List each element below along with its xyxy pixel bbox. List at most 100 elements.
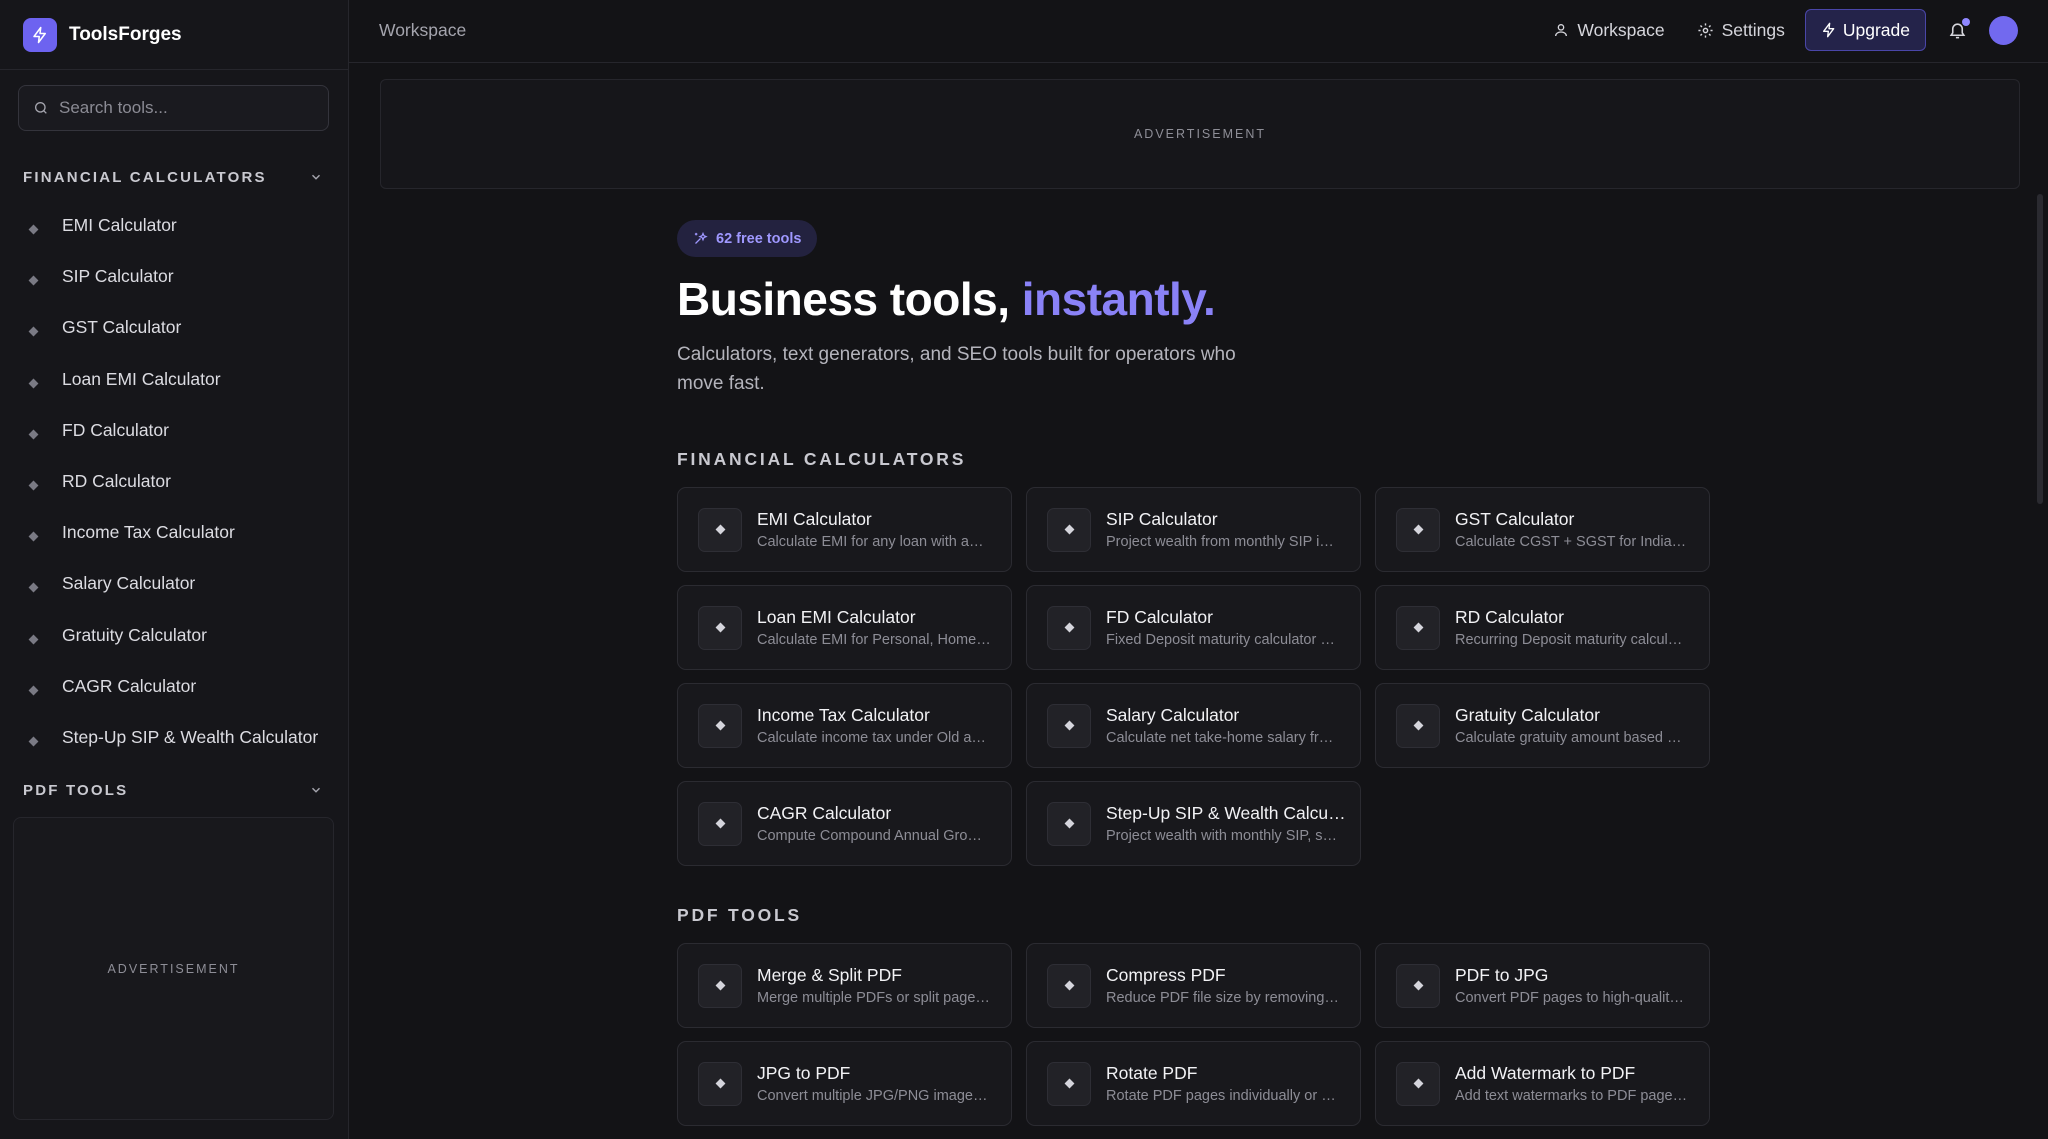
diamond-icon (1413, 720, 1423, 731)
diamond-icon (715, 980, 725, 991)
breadcrumb[interactable]: Workspace (379, 20, 466, 41)
tool-tile (698, 605, 742, 650)
diamond-icon (1064, 980, 1074, 991)
tool-name: Merge & Split PDF (757, 965, 902, 985)
tool-name: CAGR Calculator (757, 803, 892, 823)
sidebar-item-label: RD Calculator (62, 471, 171, 492)
tool-card-salary-calculator[interactable]: Salary Calculator Calculate net take-home… (1026, 683, 1361, 768)
scrollbar-thumb[interactable] (2037, 194, 2043, 504)
tool-tile (1047, 1061, 1091, 1106)
tool-card-rotate-pdf[interactable]: Rotate PDF Rotate PDF pages individually … (1026, 1041, 1361, 1126)
search-box[interactable] (18, 85, 329, 131)
tool-description: Convert multiple JPG/PNG image… (757, 1088, 988, 1104)
gear-icon (1697, 22, 1714, 39)
sidebar-item-gratuity-calculator[interactable]: Gratuity Calculator (0, 610, 349, 661)
sidebar-item-salary-calculator[interactable]: Salary Calculator (0, 558, 349, 609)
sidebar-item-label: Step-Up SIP & Wealth Calculator (62, 726, 319, 747)
tool-card-loan-emi-calculator[interactable]: Loan EMI Calculator Calculate EMI for Per… (677, 585, 1012, 670)
tool-card-gst-calculator[interactable]: GST Calculator Calculate CGST + SGST for … (1375, 487, 1710, 572)
page-subtitle: Calculators, text generators, and SEO to… (677, 344, 1236, 394)
sidebar-section-label: FINANCIAL CALCULATORS (23, 168, 267, 186)
settings-button[interactable]: Settings (1697, 20, 1785, 41)
chevron-down-icon[interactable] (309, 170, 323, 184)
tool-card-rd-calculator[interactable]: RD Calculator Recurring Deposit maturity … (1375, 585, 1710, 670)
sidebar-item-emi-calculator[interactable]: EMI Calculator (0, 200, 349, 251)
sidebar-section-financial[interactable]: FINANCIAL CALCULATORS (23, 165, 323, 189)
hero: 62 free tools Business tools, instantly.… (677, 220, 1727, 398)
tool-card-sip-calculator[interactable]: SIP Calculator Project wealth from monthl… (1026, 487, 1361, 572)
sidebar-section-label: PDF TOOLS (23, 781, 129, 799)
chevron-down-icon[interactable] (309, 783, 323, 797)
tool-card-gratuity-calculator[interactable]: Gratuity Calculator Calculate gratuity am… (1375, 683, 1710, 768)
lightning-icon (23, 17, 57, 52)
tool-card-pdf-to-jpg[interactable]: PDF to JPG Convert PDF pages to high-qual… (1375, 943, 1710, 1028)
tool-card-fd-calculator[interactable]: FD Calculator Fixed Deposit maturity calc… (1026, 585, 1361, 670)
sidebar-item-gst-calculator[interactable]: GST Calculator (0, 302, 349, 353)
financial-section-title: FINANCIAL CALCULATORS (677, 449, 967, 469)
brand[interactable]: ToolsForges (0, 0, 348, 70)
sidebar-item-rd-calculator[interactable]: RD Calculator (0, 456, 349, 507)
tool-name: Salary Calculator (1106, 705, 1240, 725)
tool-name: Income Tax Calculator (757, 705, 930, 725)
tool-description: Calculate EMI for Personal, Home… (757, 632, 991, 648)
sidebar-item-fd-calculator[interactable]: FD Calculator (0, 405, 349, 456)
tool-tile (1396, 963, 1440, 1008)
tool-card-compress-pdf[interactable]: Compress PDF Reduce PDF file size by remo… (1026, 943, 1361, 1028)
sidebar-advertisement: ADVERTISEMENT (13, 817, 334, 1120)
tool-card-income-tax-calculator[interactable]: Income Tax Calculator Calculate income ta… (677, 683, 1012, 768)
pdf-tools-grid: Merge & Split PDF Merge multiple PDFs or … (677, 943, 1712, 1126)
notifications-button[interactable] (1948, 17, 1970, 40)
avatar[interactable] (1989, 15, 2018, 45)
diamond-icon (715, 524, 725, 535)
diamond-icon (1413, 622, 1423, 633)
diamond-icon (28, 480, 39, 491)
sidebar-item-label: FD Calculator (62, 419, 169, 440)
tool-card-merge-split-pdf[interactable]: Merge & Split PDF Merge multiple PDFs or … (677, 943, 1012, 1028)
advertisement-label: ADVERTISEMENT (107, 961, 240, 976)
sidebar-section-pdf[interactable]: PDF TOOLS (23, 778, 323, 802)
sidebar-item-income-tax-calculator[interactable]: Income Tax Calculator (0, 507, 349, 558)
tool-description: Convert PDF pages to high-qualit… (1455, 990, 1684, 1006)
tool-tile (1047, 801, 1091, 846)
tool-card-cagr-calculator[interactable]: CAGR Calculator Compute Compound Annual G… (677, 781, 1012, 866)
diamond-icon (1064, 1078, 1074, 1089)
diamond-icon (715, 720, 725, 731)
sidebar-item-loan-emi-calculator[interactable]: Loan EMI Calculator (0, 354, 349, 405)
diamond-icon (28, 327, 39, 337)
diamond-icon (28, 685, 39, 696)
tool-card-add-watermark-pdf[interactable]: Add Watermark to PDF Add text watermarks … (1375, 1041, 1710, 1126)
tool-description: Calculate gratuity amount based … (1455, 730, 1682, 746)
diamond-icon (1064, 524, 1074, 535)
settings-label: Settings (1721, 19, 1785, 40)
search-input[interactable] (59, 98, 309, 118)
upgrade-button[interactable]: Upgrade (1804, 9, 1926, 51)
tool-tile (1396, 1061, 1440, 1106)
sidebar-item-sip-calculator[interactable]: SIP Calculator (0, 251, 349, 302)
diamond-icon (715, 1078, 725, 1089)
sidebar-item-label: CAGR Calculator (62, 675, 197, 696)
tool-name: Gratuity Calculator (1455, 705, 1600, 725)
workspace-button[interactable]: Workspace (1553, 20, 1665, 41)
tool-card-emi-calculator[interactable]: EMI Calculator Calculate EMI for any loan… (677, 487, 1012, 572)
diamond-icon (28, 634, 39, 645)
tool-card-step-up-sip[interactable]: Step-Up SIP & Wealth Calcu… Project wealt… (1026, 781, 1361, 866)
tool-name: Rotate PDF (1106, 1063, 1198, 1083)
tool-tile (1047, 963, 1091, 1008)
sidebar-item-label: Income Tax Calculator (62, 522, 235, 543)
upgrade-label: Upgrade (1842, 19, 1910, 40)
tool-card-jpg-to-pdf[interactable]: JPG to PDF Convert multiple JPG/PNG image… (677, 1041, 1012, 1126)
sidebar-item-step-up-sip[interactable]: Step-Up SIP & Wealth Calculator (0, 712, 349, 763)
diamond-icon (715, 818, 725, 829)
tool-description: Project wealth from monthly SIP i… (1106, 534, 1334, 550)
sidebar-item-cagr-calculator[interactable]: CAGR Calculator (0, 661, 349, 712)
sidebar-nav-list: EMI Calculator SIP Calculator GST Calcul… (0, 200, 349, 763)
tool-name: JPG to PDF (757, 1063, 851, 1083)
tool-name: Compress PDF (1106, 965, 1226, 985)
sidebar-item-label: EMI Calculator (62, 215, 177, 236)
pdf-section-title: PDF TOOLS (677, 905, 803, 925)
diamond-icon (28, 582, 39, 593)
tool-name: Step-Up SIP & Wealth Calcu… (1106, 803, 1346, 823)
tool-tile (1047, 703, 1091, 748)
diamond-icon (1064, 622, 1074, 633)
page-title-main: Business tools, (677, 273, 1022, 325)
